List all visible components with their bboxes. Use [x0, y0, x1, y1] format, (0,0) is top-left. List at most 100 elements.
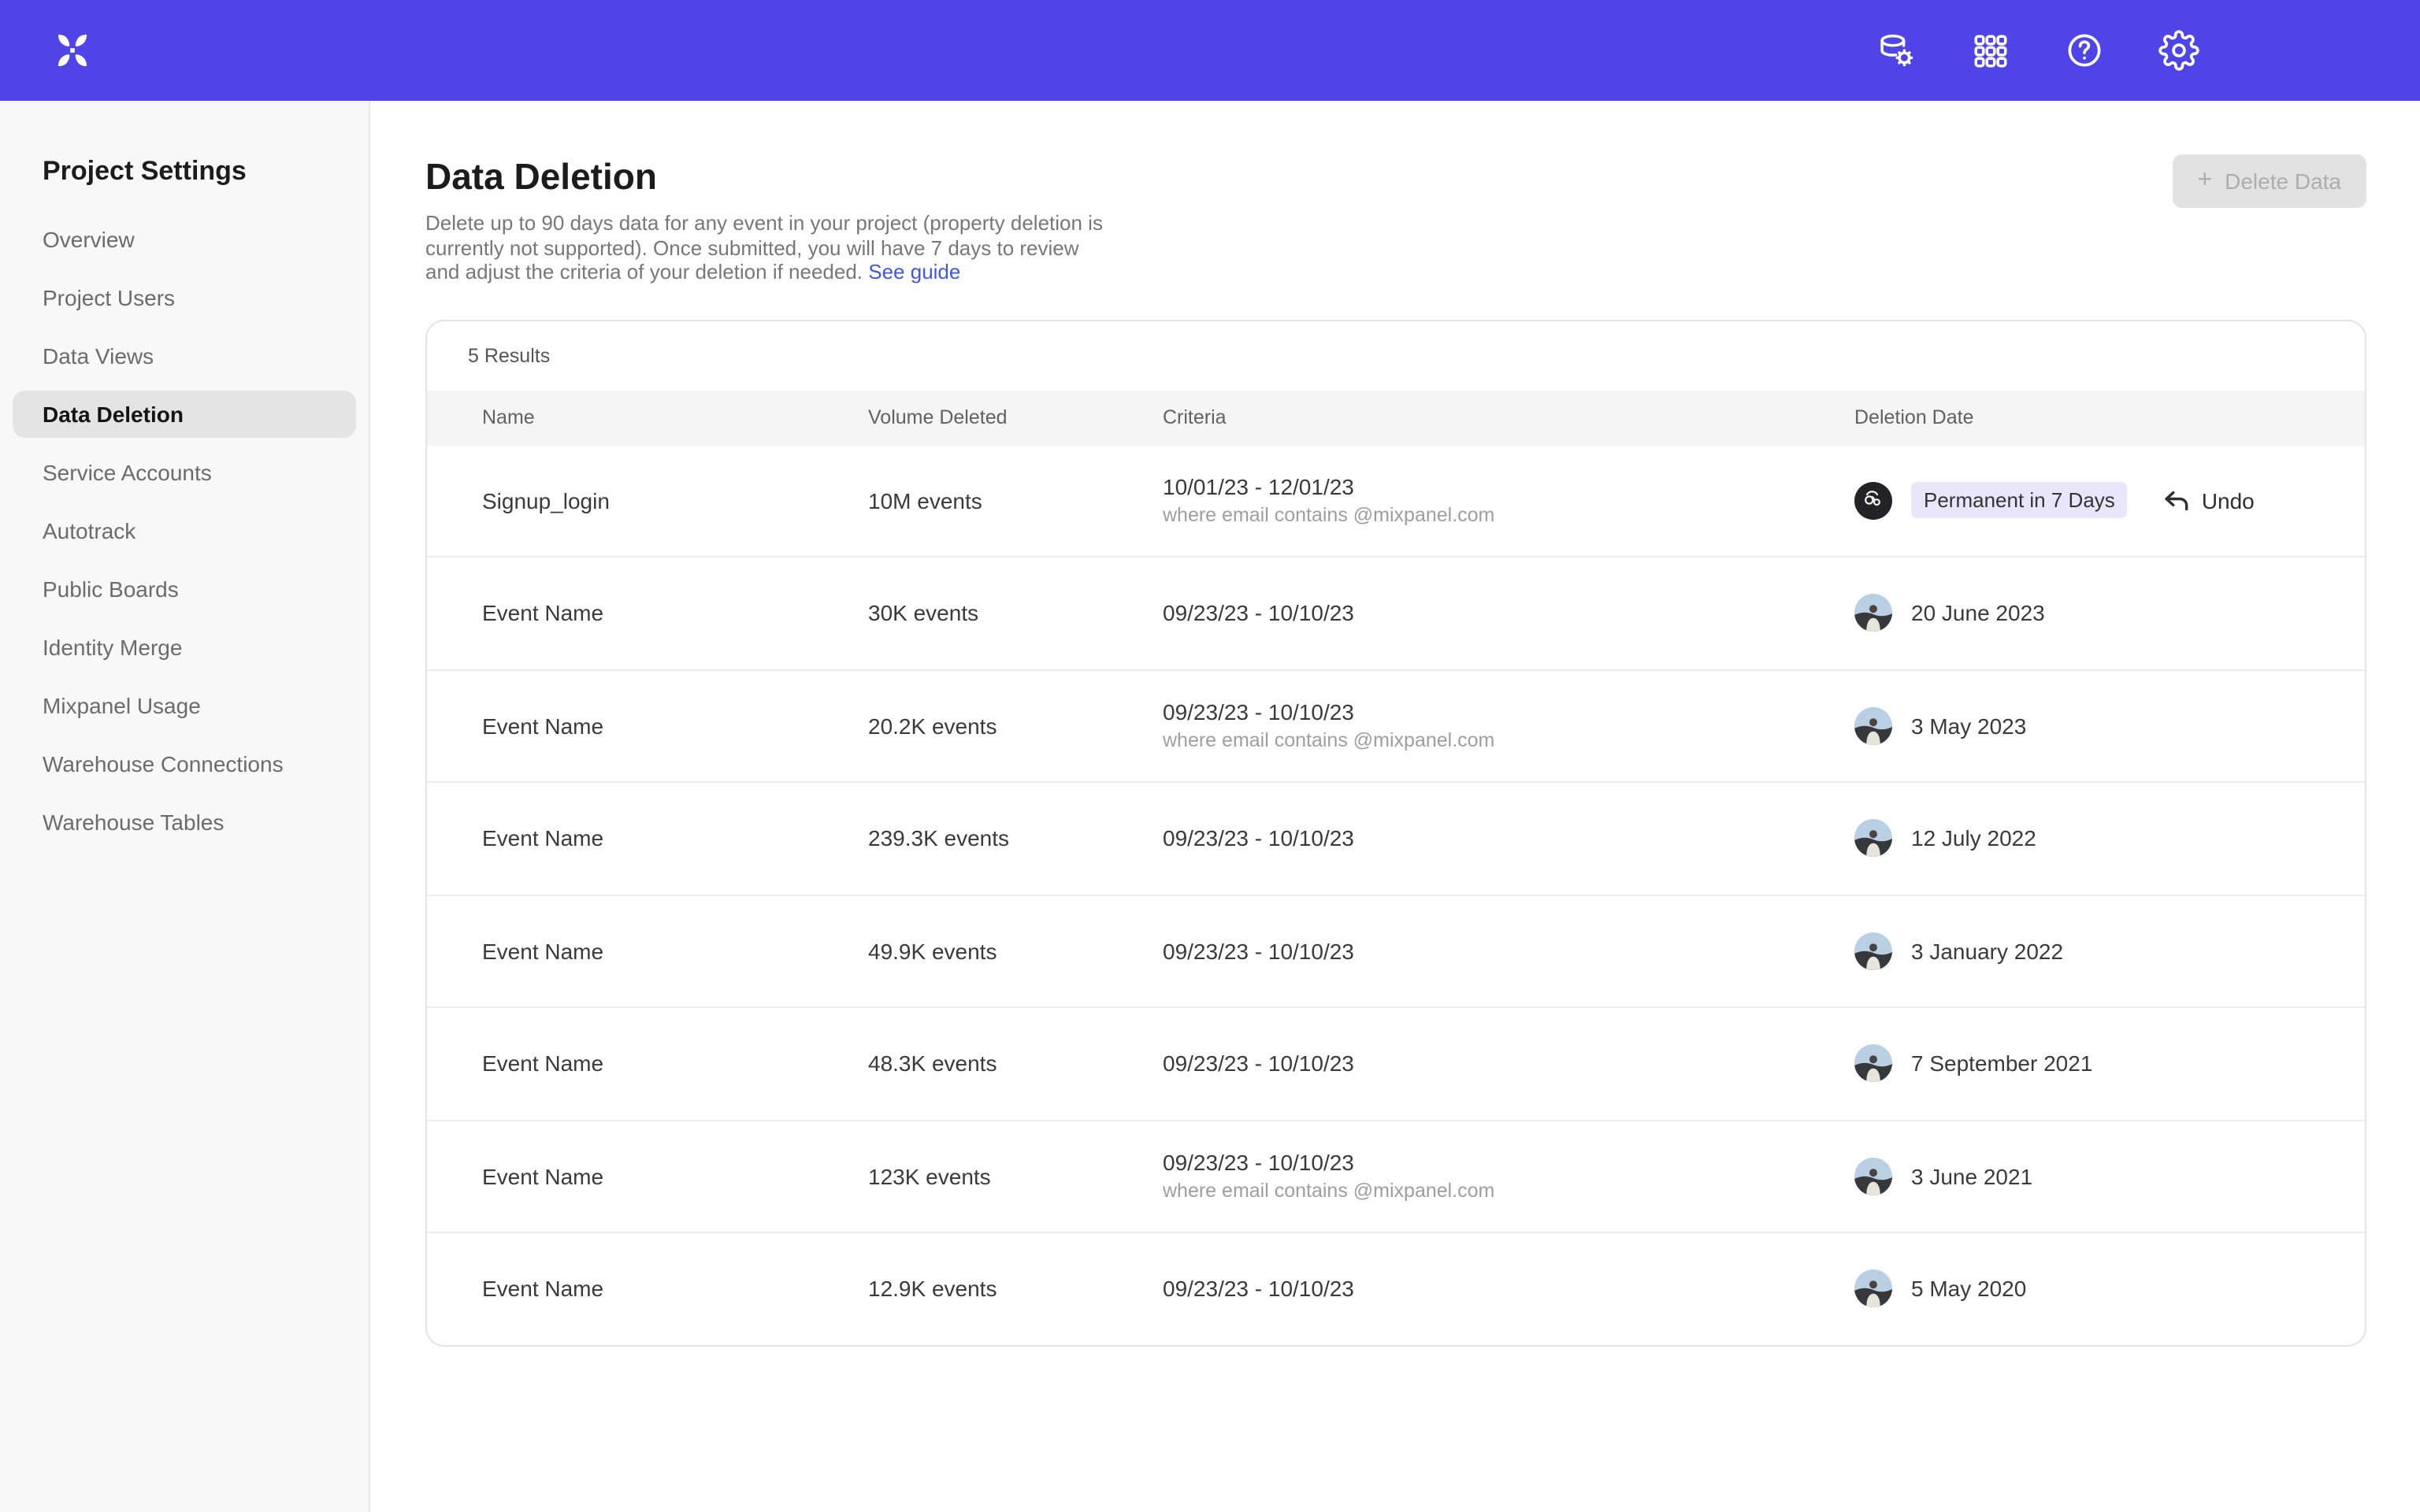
- apps-grid-icon[interactable]: [1969, 30, 2010, 71]
- user-avatar: [1854, 932, 1892, 970]
- user-avatar-dark: [1854, 482, 1892, 520]
- row-deletion-date-cell: Permanent in 7 Days Undo: [1854, 482, 2324, 520]
- row-criteria-range: 09/23/23 - 10/10/23: [1163, 1051, 1854, 1077]
- sidebar-item-warehouse-connections[interactable]: Warehouse Connections: [13, 740, 356, 788]
- table-row: Event Name 48.3K events 09/23/23 - 10/10…: [427, 1008, 2365, 1121]
- sidebar-item-autotrack[interactable]: Autotrack: [13, 507, 356, 554]
- row-criteria-filter: where email contains @mixpanel.com: [1163, 730, 1854, 752]
- see-guide-link[interactable]: See guide: [868, 260, 960, 284]
- sidebar-item-data-deletion[interactable]: Data Deletion: [13, 391, 356, 438]
- sidebar-nav: Overview Project Users Data Views Data D…: [0, 216, 369, 846]
- sidebar-item-public-boards[interactable]: Public Boards: [13, 565, 356, 613]
- row-criteria-filter: where email contains @mixpanel.com: [1163, 1180, 1854, 1203]
- topbar: [0, 0, 2420, 101]
- row-criteria: 09/23/23 - 10/10/23 where email contains…: [1163, 700, 1854, 752]
- sidebar-item-label: Autotrack: [43, 518, 135, 543]
- sidebar-item-label: Project Users: [43, 285, 175, 310]
- page-title: Data Deletion: [425, 156, 2366, 198]
- sidebar-item-service-accounts[interactable]: Service Accounts: [13, 449, 356, 496]
- column-header-name: Name: [482, 406, 868, 428]
- row-criteria-range: 09/23/23 - 10/10/23: [1163, 1151, 1854, 1176]
- row-criteria: 09/23/23 - 10/10/23: [1163, 601, 1854, 626]
- row-criteria-range: 09/23/23 - 10/10/23: [1163, 601, 1854, 626]
- settings-icon[interactable]: [2158, 30, 2199, 71]
- row-deletion-date-cell: 3 May 2023: [1854, 707, 2324, 745]
- sidebar-item-mixpanel-usage[interactable]: Mixpanel Usage: [13, 682, 356, 729]
- mixpanel-logo-icon[interactable]: [52, 30, 93, 71]
- sidebar-item-overview[interactable]: Overview: [13, 216, 356, 263]
- column-header-criteria: Criteria: [1163, 406, 1854, 428]
- deletion-date: 12 July 2022: [1911, 826, 2036, 851]
- sidebar-item-warehouse-tables[interactable]: Warehouse Tables: [13, 799, 356, 846]
- deletion-date: 3 January 2022: [1911, 939, 2063, 964]
- sidebar-item-label: Identity Merge: [43, 635, 182, 660]
- row-criteria-range: 09/23/23 - 10/10/23: [1163, 1277, 1854, 1302]
- deletion-date: 7 September 2021: [1911, 1051, 2092, 1077]
- row-criteria-range: 10/01/23 - 12/01/23: [1163, 475, 1854, 500]
- user-avatar: [1854, 707, 1892, 745]
- row-criteria-filter: where email contains @mixpanel.com: [1163, 505, 1854, 527]
- row-criteria: 09/23/23 - 10/10/23: [1163, 939, 1854, 964]
- table-row: Event Name 49.9K events 09/23/23 - 10/10…: [427, 895, 2365, 1008]
- sidebar-item-label: Data Deletion: [43, 402, 184, 427]
- sidebar-item-label: Service Accounts: [43, 460, 212, 485]
- row-deletion-date-cell: 5 May 2020: [1854, 1270, 2324, 1308]
- data-management-icon[interactable]: [1875, 30, 1916, 71]
- row-volume: 239.3K events: [868, 826, 1163, 851]
- app-root: Project Settings Overview Project Users …: [0, 0, 2420, 1512]
- deletion-date: 5 May 2020: [1911, 1277, 2026, 1302]
- main-content: Data Deletion Delete up to 90 days data …: [370, 101, 2420, 1512]
- undo-button[interactable]: Undo: [2162, 487, 2255, 515]
- sidebar-title: Project Settings: [43, 153, 369, 191]
- delete-data-button[interactable]: + Delete Data: [2172, 154, 2366, 208]
- deletion-table-card: 5 Results Name Volume Deleted Criteria D…: [425, 319, 2366, 1346]
- row-criteria: 09/23/23 - 10/10/23 where email contains…: [1163, 1151, 1854, 1203]
- sidebar-item-label: Public Boards: [43, 576, 179, 602]
- plus-icon: +: [2197, 169, 2212, 194]
- page-description: Delete up to 90 days data for any event …: [425, 211, 1114, 284]
- sidebar-item-project-users[interactable]: Project Users: [13, 274, 356, 321]
- row-volume: 30K events: [868, 601, 1163, 626]
- sidebar-item-label: Data Views: [43, 343, 154, 369]
- row-name: Event Name: [482, 713, 868, 739]
- permanent-badge: Permanent in 7 Days: [1911, 483, 2128, 519]
- undo-icon: [2162, 487, 2191, 515]
- sidebar: Project Settings Overview Project Users …: [0, 101, 370, 1512]
- row-volume: 48.3K events: [868, 1051, 1163, 1077]
- row-name: Signup_login: [482, 488, 868, 513]
- sidebar-item-data-views[interactable]: Data Views: [13, 332, 356, 380]
- row-criteria: 09/23/23 - 10/10/23: [1163, 1051, 1854, 1077]
- deletion-date: 3 June 2021: [1911, 1164, 2032, 1189]
- sidebar-item-label: Overview: [43, 227, 135, 252]
- row-name: Event Name: [482, 939, 868, 964]
- row-criteria: 09/23/23 - 10/10/23: [1163, 1277, 1854, 1302]
- row-volume: 123K events: [868, 1164, 1163, 1189]
- deletion-date: 20 June 2023: [1911, 601, 2045, 626]
- user-avatar: [1854, 595, 1892, 632]
- user-avatar: [1854, 820, 1892, 858]
- table-row: Event Name 239.3K events 09/23/23 - 10/1…: [427, 783, 2365, 895]
- page-description-text: Delete up to 90 days data for any event …: [425, 211, 1103, 284]
- row-name: Event Name: [482, 1051, 868, 1077]
- column-header-volume: Volume Deleted: [868, 406, 1163, 428]
- row-name: Event Name: [482, 826, 868, 851]
- row-volume: 10M events: [868, 488, 1163, 513]
- row-volume: 49.9K events: [868, 939, 1163, 964]
- sidebar-nav-list: Overview Project Users Data Views Data D…: [0, 216, 369, 846]
- topbar-icon-group: [1875, 30, 2199, 71]
- row-criteria: 09/23/23 - 10/10/23: [1163, 826, 1854, 851]
- row-deletion-date-cell: 3 January 2022: [1854, 932, 2324, 970]
- row-name: Event Name: [482, 1164, 868, 1189]
- sidebar-item-identity-merge[interactable]: Identity Merge: [13, 624, 356, 671]
- table-row: Event Name 12.9K events 09/23/23 - 10/10…: [427, 1233, 2365, 1344]
- user-avatar: [1854, 1045, 1892, 1083]
- row-volume: 20.2K events: [868, 713, 1163, 739]
- table-row: Signup_login 10M events 10/01/23 - 12/01…: [427, 445, 2365, 558]
- row-name: Event Name: [482, 601, 868, 626]
- column-header-deletion-date: Deletion Date: [1854, 406, 2324, 428]
- table-body: Signup_login 10M events 10/01/23 - 12/01…: [427, 445, 2365, 1344]
- table-row: Event Name 20.2K events 09/23/23 - 10/10…: [427, 670, 2365, 783]
- row-volume: 12.9K events: [868, 1277, 1163, 1302]
- help-icon[interactable]: [2064, 30, 2105, 71]
- user-avatar: [1854, 1270, 1892, 1308]
